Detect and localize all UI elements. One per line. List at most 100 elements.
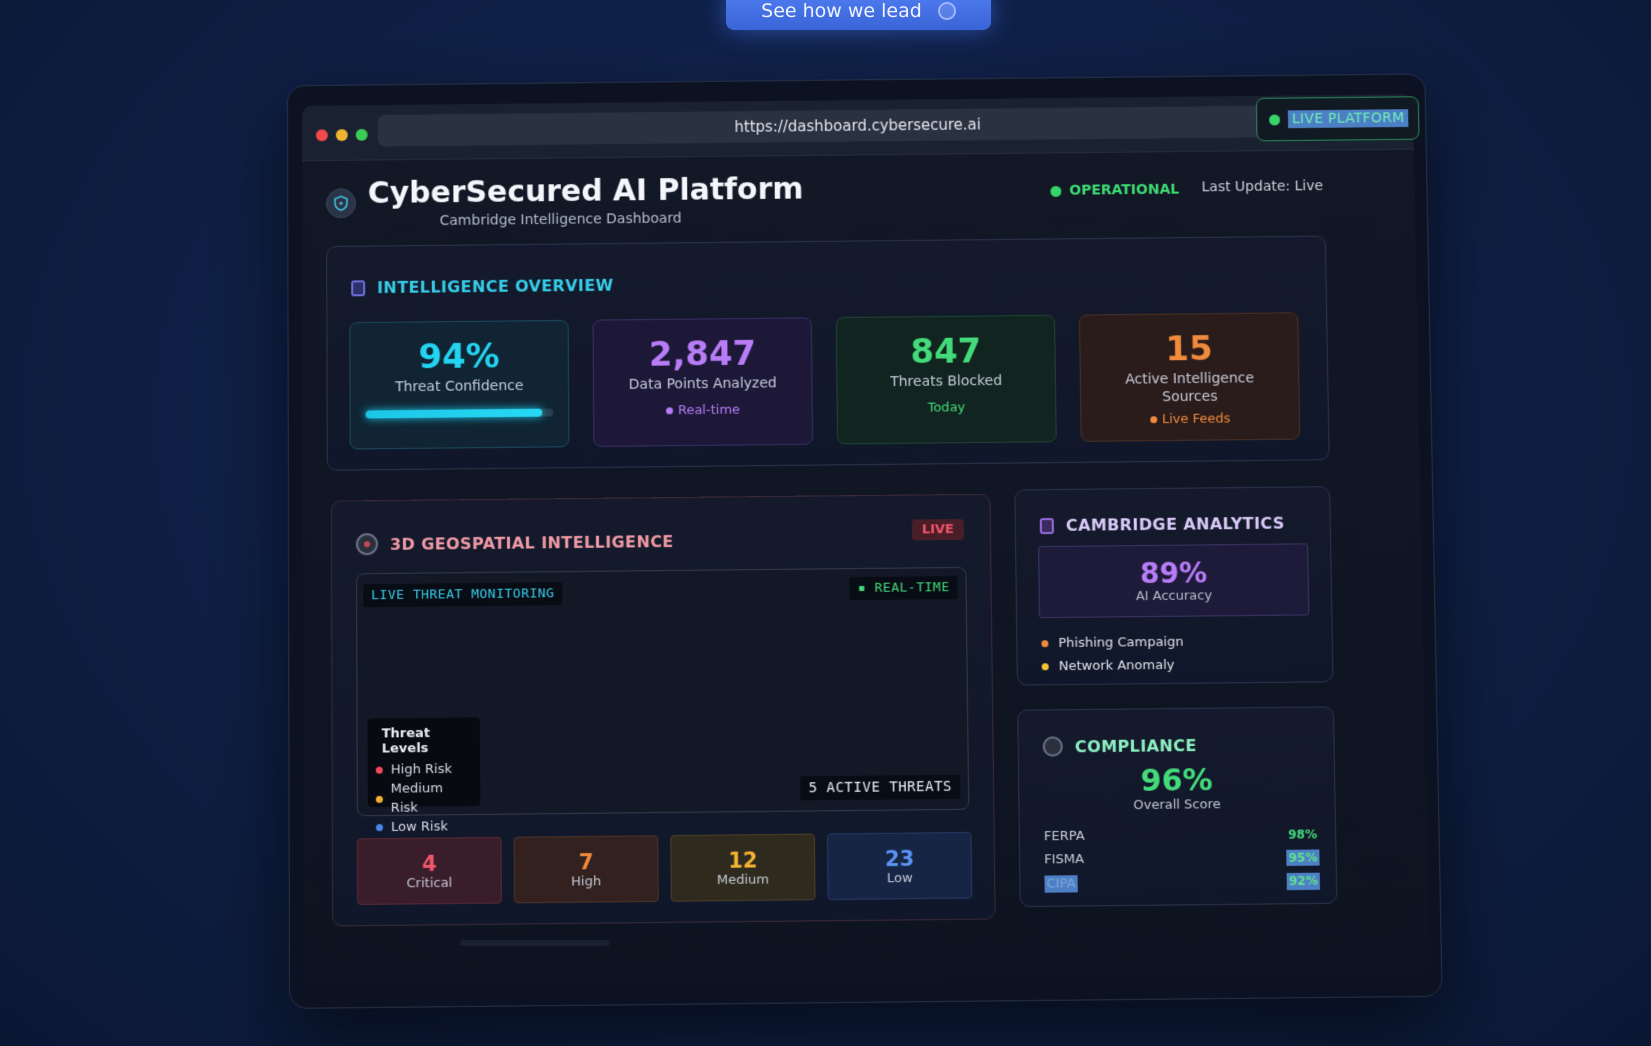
critical-severity-tile[interactable]: 4 Critical	[356, 836, 502, 905]
close-window-button[interactable]	[315, 129, 328, 142]
critical-label: Critical	[406, 875, 453, 891]
status-dot-icon	[1269, 113, 1281, 125]
threats-blocked-card: 847 Threats Blocked Today	[835, 314, 1057, 445]
data-points-label: Data Points Analyzed	[628, 375, 777, 393]
cambridge-analytics-panel: CAMBRIDGE ANALYTICS 89% AI Accuracy Phis…	[1014, 486, 1334, 686]
compliance-value: 95%	[1286, 849, 1320, 866]
compliance-panel: COMPLIANCE 96% Overall Score FERPA 98% F…	[1017, 706, 1338, 908]
circle-icon	[937, 2, 956, 20]
shield-icon	[326, 188, 356, 219]
intelligence-overview-panel: INTELLIGENCE OVERVIEW 94% Threat Confide…	[326, 235, 1330, 471]
compliance-score-label: Overall Score	[1133, 797, 1221, 814]
low-label: Low	[886, 870, 913, 886]
cta-label: See how we lead	[761, 0, 922, 22]
data-points-value: 2,847	[648, 333, 757, 375]
legend-item: Medium Risk	[375, 779, 473, 818]
ai-accuracy-value: 89%	[1139, 555, 1208, 590]
ai-accuracy-box: 89% AI Accuracy	[1038, 543, 1310, 619]
dot-icon	[665, 407, 673, 415]
threat-map-view[interactable]: LIVE THREAT MONITORING ▪ REAL-TIME Threa…	[356, 566, 970, 835]
compliance-name: CIPA	[1044, 875, 1078, 893]
list-item[interactable]: Phishing Campaign	[1041, 631, 1184, 656]
intelligence-sources-value: 15	[1165, 329, 1214, 370]
threats-blocked-label: Threats Blocked	[890, 373, 1003, 391]
dashboard-screen: https://dashboard.cybersecure.ai LIVE PL…	[301, 94, 1430, 986]
threat-confidence-card: 94% Threat Confidence	[349, 319, 570, 450]
compliance-score-value: 96%	[1140, 762, 1213, 799]
dot-icon	[1041, 663, 1049, 671]
see-how-we-lead-button[interactable]: See how we lead	[726, 0, 991, 30]
medium-label: Medium	[716, 871, 770, 888]
live-threat-monitoring-tag: LIVE THREAT MONITORING	[363, 582, 563, 608]
live-platform-badge: LIVE PLATFORM	[1255, 96, 1420, 142]
compliance-score: 96% Overall Score	[1019, 762, 1335, 815]
high-count: 7	[578, 849, 594, 874]
threat-confidence-bar-fill	[365, 408, 542, 419]
threats-blocked-value: 847	[910, 331, 982, 372]
legend-item: Low Risk	[375, 817, 472, 837]
geospatial-panel: 3D GEOSPATIAL INTELLIGENCE LIVE LIVE THR…	[330, 493, 996, 927]
threat-level-legend: Threat Levels High Risk Medium Risk Low …	[367, 717, 481, 835]
threat-confidence-value: 94%	[418, 336, 500, 378]
compliance-title: COMPLIANCE	[1074, 735, 1197, 756]
dot-icon	[1149, 416, 1158, 424]
low-count: 23	[884, 846, 915, 871]
medium-severity-tile[interactable]: 12 Medium	[670, 833, 816, 902]
status-dot-icon	[1050, 185, 1062, 197]
list-item-label: Network Anomaly	[1058, 657, 1175, 675]
target-icon	[355, 533, 379, 556]
legend-label: High Risk	[390, 761, 453, 778]
cambridge-analytics-title: CAMBRIDGE ANALYTICS	[1065, 513, 1285, 535]
threat-confidence-bar	[365, 408, 554, 419]
realtime-tag: ▪ REAL-TIME	[849, 575, 958, 601]
threats-blocked-sub: Today	[927, 400, 966, 416]
realtime-label: REAL-TIME	[874, 580, 950, 596]
check-circle-icon	[1042, 736, 1063, 757]
url-text: https://dashboard.cybersecure.ai	[734, 115, 981, 136]
realtime-dot-icon: ▪	[857, 580, 867, 597]
compliance-value: 92%	[1286, 872, 1321, 891]
page-title: CyberSecured AI Platform	[367, 171, 804, 211]
lock-icon	[351, 279, 366, 296]
monitor-frame: https://dashboard.cybersecure.ai LIVE PL…	[286, 73, 1443, 1009]
list-item-label: Phishing Campaign	[1058, 634, 1184, 652]
maximize-window-button[interactable]	[355, 128, 368, 141]
geospatial-title: 3D GEOSPATIAL INTELLIGENCE	[389, 531, 674, 554]
lock-icon	[1039, 517, 1054, 534]
critical-count: 4	[421, 851, 437, 876]
legend-title: Threat Levels	[381, 725, 431, 757]
browser-chrome: https://dashboard.cybersecure.ai LIVE PL…	[301, 94, 1420, 162]
address-bar[interactable]: https://dashboard.cybersecure.ai	[377, 104, 1338, 147]
compliance-value: 98%	[1288, 827, 1318, 842]
live-platform-label: LIVE PLATFORM	[1287, 109, 1409, 129]
compliance-name: FISMA	[1044, 851, 1085, 868]
compliance-row-cipa: CIPA 92%	[1044, 872, 1321, 893]
dot-icon	[1041, 640, 1049, 648]
analytics-list: Phishing Campaign Network Anomaly	[1041, 631, 1184, 679]
low-severity-tile[interactable]: 23 Low	[826, 831, 973, 901]
intelligence-sources-label: Active Intelligence Sources	[1125, 370, 1255, 406]
live-badge: LIVE	[911, 518, 965, 541]
page-subtitle: Cambridge Intelligence Dashboard	[439, 210, 682, 230]
legend-item: High Risk	[375, 760, 472, 780]
medium-count: 12	[728, 847, 758, 873]
high-label: High	[571, 873, 602, 890]
last-update: Last Update: Live	[1201, 178, 1324, 196]
legend-label: Low Risk	[390, 819, 448, 836]
status-label: OPERATIONAL	[1069, 181, 1180, 199]
high-risk-dot-icon	[375, 766, 383, 774]
compliance-row-fisma: FISMA 95%	[1044, 849, 1320, 868]
list-item[interactable]: Network Anomaly	[1041, 654, 1185, 679]
legend-label: Medium Risk	[390, 781, 443, 816]
ai-accuracy-label: AI Accuracy	[1135, 587, 1213, 604]
intelligence-sources-sub: Live Feeds	[1161, 411, 1231, 428]
intelligence-sources-card: 15 Active Intelligence Sources Live Feed…	[1078, 312, 1301, 442]
threat-confidence-label: Threat Confidence	[395, 378, 524, 396]
high-severity-tile[interactable]: 7 High	[513, 835, 659, 904]
minimize-window-button[interactable]	[335, 129, 348, 142]
operational-status: OPERATIONAL	[1050, 182, 1179, 199]
monitor-stand	[460, 940, 610, 946]
medium-risk-dot-icon	[375, 795, 383, 803]
low-risk-dot-icon	[375, 824, 384, 832]
compliance-row-ferpa: FERPA 98%	[1044, 826, 1319, 845]
